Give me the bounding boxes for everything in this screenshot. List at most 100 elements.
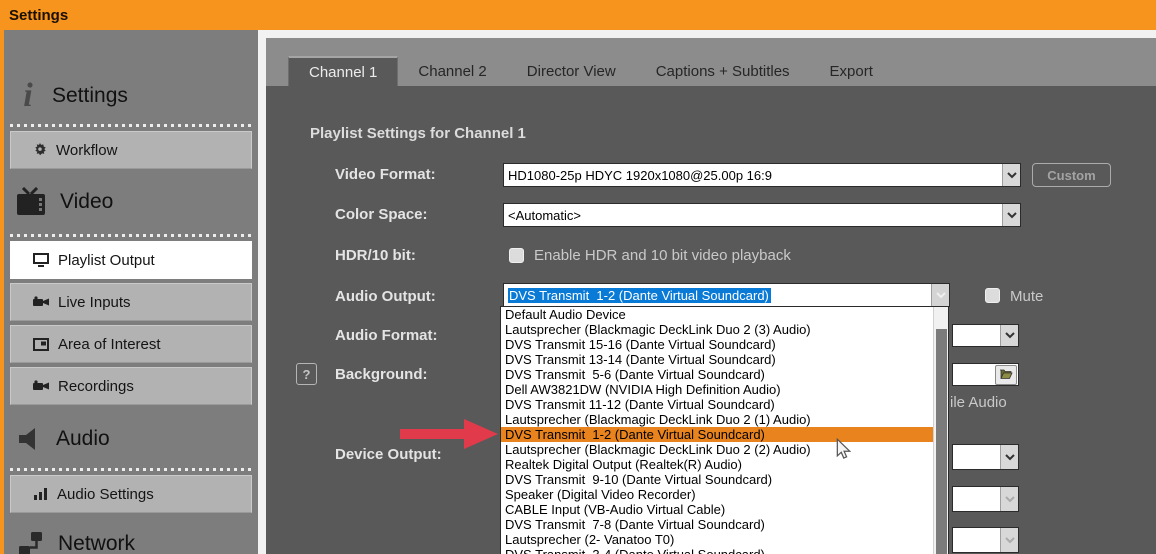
sidebar-header-label: Audio xyxy=(56,427,110,450)
info-icon: i xyxy=(23,77,33,114)
chevron-down-icon[interactable] xyxy=(1000,487,1018,511)
sidebar-separator xyxy=(10,124,252,127)
sidebar-item-label: Live Inputs xyxy=(58,293,131,311)
hdr-label: HDR/10 bit: xyxy=(335,247,416,264)
settings-window: Settings i Settings Workflow Video Playl… xyxy=(0,0,1156,554)
sidebar-item-label: Workflow xyxy=(56,141,118,159)
custom-button[interactable]: Custom xyxy=(1032,163,1111,187)
chevron-down-icon[interactable] xyxy=(931,284,949,306)
sidebar-item-audio-settings[interactable]: Audio Settings xyxy=(10,475,252,513)
network-icon xyxy=(4,531,58,554)
sidebar-item-recordings[interactable]: Recordings xyxy=(10,367,252,405)
sidebar-header-label: Network xyxy=(58,532,136,554)
dropdown-option[interactable]: DVS Transmit 5-6 (Dante Virtual Soundcar… xyxy=(501,367,934,382)
help-button[interactable]: ? xyxy=(296,363,317,385)
dropdown-option[interactable]: Dell AW3821DW (NVIDIA High Definition Au… xyxy=(501,382,934,397)
color-space-select[interactable]: <Automatic> xyxy=(503,203,1021,227)
chevron-down-icon[interactable] xyxy=(1002,204,1020,226)
area-of-interest-icon xyxy=(33,337,49,351)
titlebar: Settings xyxy=(0,0,1156,30)
chevron-down-icon[interactable] xyxy=(1000,445,1018,469)
tab-channel-2[interactable]: Channel 2 xyxy=(398,56,506,86)
sidebar-header-audio: Audio xyxy=(4,414,258,464)
gear-icon xyxy=(33,143,47,157)
dropdown-option[interactable]: DVS Transmit 11-12 (Dante Virtual Soundc… xyxy=(501,397,934,412)
tv-icon xyxy=(4,187,60,217)
dropdown-option[interactable]: Lautsprecher (2- Vanatoo T0) xyxy=(501,532,934,547)
levels-icon xyxy=(33,487,48,501)
scrollbar-thumb[interactable] xyxy=(936,329,947,554)
dropdown-option[interactable]: DVS Transmit 7-8 (Dante Virtual Soundcar… xyxy=(501,517,934,532)
sidebar-item-label: Audio Settings xyxy=(57,485,154,503)
hdr-checkbox[interactable] xyxy=(509,248,524,263)
dropdown-option[interactable]: Lautsprecher (Blackmagic DeckLink Duo 2 … xyxy=(501,322,934,337)
folder-open-icon xyxy=(1000,369,1013,379)
sidebar-header-label: Video xyxy=(60,190,114,213)
color-space-value: <Automatic> xyxy=(508,207,581,223)
dropdown-option[interactable]: DVS Transmit 3-4 (Dante Virtual Soundcar… xyxy=(501,547,934,554)
dropdown-option[interactable]: Speaker (Digital Video Recorder) xyxy=(501,487,934,502)
audio-format-label: Audio Format: xyxy=(335,327,438,344)
device-output-select-2[interactable] xyxy=(952,486,1019,512)
cursor-icon xyxy=(836,438,851,459)
dropdown-option-highlighted[interactable]: DVS Transmit 1-2 (Dante Virtual Soundcar… xyxy=(501,427,934,442)
device-output-select-3[interactable] xyxy=(952,527,1019,553)
sidebar-item-workflow[interactable]: Workflow xyxy=(10,131,252,169)
sidebar-item-area-of-interest[interactable]: Area of Interest xyxy=(10,325,252,363)
device-output-select-1[interactable] xyxy=(952,444,1019,470)
sidebar-separator xyxy=(10,468,252,471)
chevron-down-icon[interactable] xyxy=(1000,325,1018,346)
dialog-inner-border-left xyxy=(258,30,266,554)
hdr-checkbox-label: Enable HDR and 10 bit video playback xyxy=(534,247,791,264)
sidebar-header-settings: i Settings xyxy=(4,70,258,122)
tab-captions-subtitles[interactable]: Captions + Subtitles xyxy=(636,56,810,86)
sidebar: i Settings Workflow Video Playlist Outpu… xyxy=(4,30,258,554)
video-camera-icon xyxy=(33,380,49,392)
sidebar-item-label: Area of Interest xyxy=(58,335,161,353)
tab-bar: Channel 1 Channel 2 Director View Captio… xyxy=(288,56,893,86)
speaker-icon xyxy=(4,427,56,451)
dropdown-option[interactable]: Realtek Digital Output (Realtek(R) Audio… xyxy=(501,457,934,472)
chevron-down-icon[interactable] xyxy=(1000,528,1018,552)
sidebar-header-network: Network xyxy=(4,519,258,554)
chevron-down-icon[interactable] xyxy=(1002,164,1020,186)
video-camera-icon xyxy=(33,296,49,308)
dialog-inner-border-top xyxy=(258,30,1156,38)
dropdown-option[interactable]: Default Audio Device xyxy=(501,307,934,322)
sidebar-header-label: Settings xyxy=(52,84,128,107)
dropdown-option[interactable]: Lautsprecher (Blackmagic DeckLink Duo 2 … xyxy=(501,442,934,457)
sidebar-header-video: Video xyxy=(4,176,258,228)
background-path-field[interactable] xyxy=(952,363,1019,386)
sidebar-item-live-inputs[interactable]: Live Inputs xyxy=(10,283,252,321)
video-format-select[interactable]: HD1080-25p HDYC 1920x1080@25.00p 16:9 xyxy=(503,163,1021,187)
window-title: Settings xyxy=(9,6,69,24)
browse-button[interactable] xyxy=(995,364,1017,385)
dropdown-scrollbar[interactable] xyxy=(933,307,948,554)
tab-export[interactable]: Export xyxy=(810,56,893,86)
audio-output-dropdown-list: Default Audio Device Lautsprecher (Black… xyxy=(500,306,949,554)
tab-director-view[interactable]: Director View xyxy=(507,56,636,86)
video-format-value: HD1080-25p HDYC 1920x1080@25.00p 16:9 xyxy=(508,167,772,183)
page-title: Playlist Settings for Channel 1 xyxy=(310,125,526,142)
sidebar-item-label: Recordings xyxy=(58,377,134,395)
audio-format-select[interactable] xyxy=(952,324,1019,347)
audio-output-label: Audio Output: xyxy=(335,288,436,305)
color-space-label: Color Space: xyxy=(335,206,428,223)
dropdown-option[interactable]: CABLE Input (VB-Audio Virtual Cable) xyxy=(501,502,934,517)
dropdown-option[interactable]: DVS Transmit 15-16 (Dante Virtual Soundc… xyxy=(501,337,934,352)
dropdown-option[interactable]: DVS Transmit 13-14 (Dante Virtual Soundc… xyxy=(501,352,934,367)
audio-output-value: DVS Transmit 1-2 (Dante Virtual Soundcar… xyxy=(508,287,771,303)
mute-checkbox[interactable] xyxy=(985,288,1000,303)
dropdown-option[interactable]: DVS Transmit 9-10 (Dante Virtual Soundca… xyxy=(501,472,934,487)
dropdown-option[interactable]: Lautsprecher (Blackmagic DeckLink Duo 2 … xyxy=(501,412,934,427)
background-label: Background: xyxy=(335,366,428,383)
sidebar-item-playlist-output[interactable]: Playlist Output xyxy=(10,241,252,279)
annotation-arrow-icon xyxy=(400,419,498,449)
monitor-icon xyxy=(33,253,49,267)
audio-output-select[interactable]: DVS Transmit 1-2 (Dante Virtual Soundcar… xyxy=(503,283,950,307)
sidebar-separator xyxy=(10,234,252,237)
sidebar-item-label: Playlist Output xyxy=(58,251,155,269)
mute-checkbox-label: Mute xyxy=(1010,288,1044,305)
video-format-label: Video Format: xyxy=(335,166,436,183)
tab-channel-1[interactable]: Channel 1 xyxy=(288,56,399,86)
